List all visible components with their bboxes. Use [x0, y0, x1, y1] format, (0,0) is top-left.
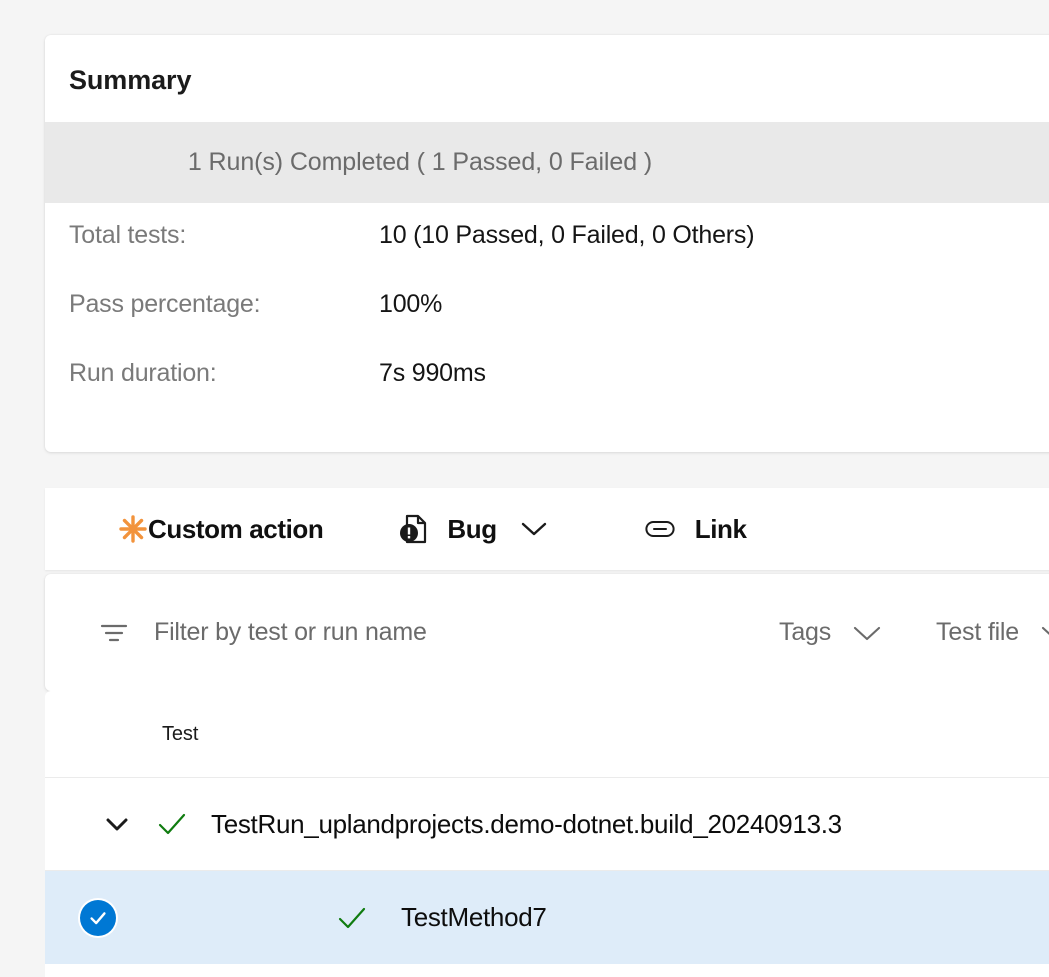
filter-input[interactable]: Filter by test or run name: [154, 618, 427, 647]
check-pass-icon: [337, 906, 367, 930]
summary-card: Summary 1 Run(s) Completed ( 1 Passed, 0…: [45, 35, 1049, 452]
chevron-down-icon[interactable]: [521, 521, 547, 537]
chevron-down-icon[interactable]: [105, 816, 135, 832]
column-header-test[interactable]: Test: [162, 723, 198, 746]
test-run-name: TestRun_uplandprojects.demo-dotnet.build…: [211, 809, 842, 840]
run-status-text: 1 Run(s) Completed ( 1 Passed, 0 Failed …: [188, 148, 652, 177]
filter-icon: [99, 621, 129, 645]
grid-header-row: Test: [45, 691, 1049, 778]
link-icon: [645, 518, 675, 540]
filter-bar: Filter by test or run name Tags Test fil…: [45, 574, 1049, 691]
results-grid: Test TestRun_uplandprojects.demo-dotnet.…: [45, 691, 1049, 977]
summary-row-pass-percentage: Pass percentage: 100%: [69, 290, 1049, 359]
summary-value: 10 (10 Passed, 0 Failed, 0 Others): [379, 221, 754, 250]
asterisk-icon: [118, 514, 148, 544]
summary-label: Pass percentage:: [69, 290, 379, 319]
summary-label: Run duration:: [69, 359, 379, 388]
page-title: Summary: [45, 35, 1049, 122]
test-method-name: TestMethod7: [401, 902, 547, 933]
tags-dropdown[interactable]: Tags: [779, 618, 881, 647]
summary-row-total-tests: Total tests: 10 (10 Passed, 0 Failed, 0 …: [69, 221, 1049, 290]
link-button[interactable]: Link: [645, 488, 747, 570]
custom-action-label: Custom action: [148, 514, 323, 545]
bug-document-icon: [399, 513, 429, 545]
summary-row-run-duration: Run duration: 7s 990ms: [69, 359, 1049, 428]
test-results-page: Summary 1 Run(s) Completed ( 1 Passed, 0…: [0, 0, 1049, 977]
chevron-down-icon: [1041, 625, 1049, 641]
chevron-down-icon: [853, 625, 881, 641]
summary-details: Total tests: 10 (10 Passed, 0 Failed, 0 …: [45, 203, 1049, 452]
test-file-dropdown-label: Test file: [936, 618, 1019, 647]
results-toolbar: Custom action Bug: [45, 488, 1049, 570]
table-row[interactable]: TestMethod7: [45, 871, 1049, 964]
link-label: Link: [695, 514, 747, 545]
test-file-dropdown[interactable]: Test file: [936, 618, 1049, 647]
run-status-banner: 1 Run(s) Completed ( 1 Passed, 0 Failed …: [45, 122, 1049, 203]
check-pass-icon: [157, 812, 187, 836]
bug-label: Bug: [447, 514, 496, 545]
table-row[interactable]: TestRun_uplandprojects.demo-dotnet.build…: [45, 778, 1049, 871]
bug-button[interactable]: Bug: [399, 488, 546, 570]
check-circle-filled-icon[interactable]: [80, 900, 116, 936]
summary-value: 100%: [379, 290, 442, 319]
summary-value: 7s 990ms: [379, 359, 486, 388]
row-select-cell: [45, 900, 150, 936]
summary-label: Total tests:: [69, 221, 379, 250]
tags-dropdown-label: Tags: [779, 618, 831, 647]
custom-action-button[interactable]: Custom action: [118, 488, 323, 570]
